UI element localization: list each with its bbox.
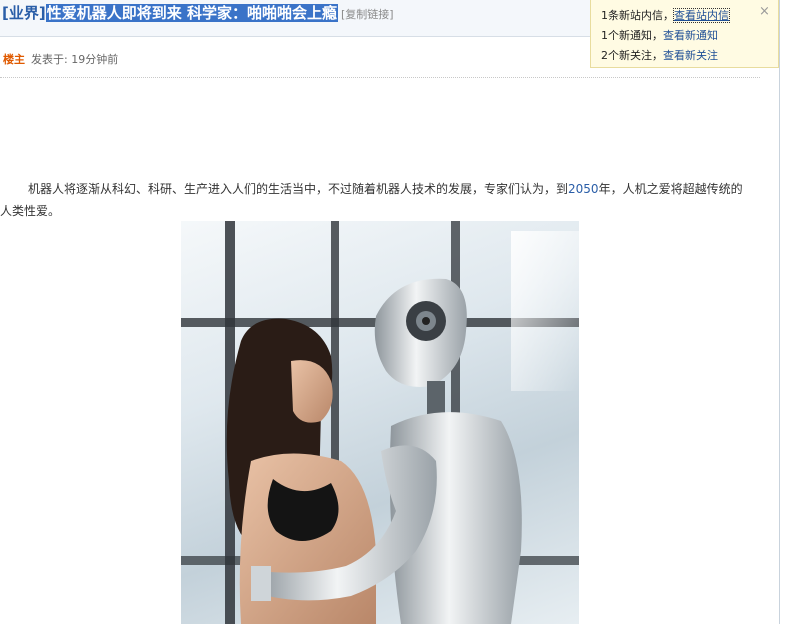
post-title-text[interactable]: 性爱机器人即将到来 科学家：啪啪啪会上瘾 <box>45 4 338 22</box>
post-time: 发表于: 19分钟前 <box>31 53 119 66</box>
post-body-year: 2050 <box>568 182 599 196</box>
forum-post-page: [业界]性爱机器人即将到来 科学家：啪啪啪会上瘾 [复制链接] 楼主 发表于: 19… <box>0 0 785 624</box>
content-right-border <box>779 0 780 624</box>
post-body-text-1: 机器人将逐渐从科幻、科研、生产进入人们的生活当中，不过随着机器人技术的发展，专家… <box>28 182 569 196</box>
article-photo-illustration <box>181 221 579 624</box>
notify-row-messages: 1条新站内信，查看站内信 <box>601 7 730 23</box>
post-body: 机器人将逐渐从科幻、科研、生产进入人们的生活当中，不过随着机器人技术的发展，专家… <box>0 178 752 222</box>
author-badge: 楼主 <box>3 53 25 66</box>
notification-popup: 1条新站内信，查看站内信 1个新通知，查看新通知 2个新关注，查看新关注 × <box>590 0 779 68</box>
new-follows-text: 2个新关注， <box>601 49 663 62</box>
view-follows-link[interactable]: 查看新关注 <box>663 49 718 62</box>
post-category-link[interactable]: [业界] <box>2 4 46 22</box>
copy-link-button[interactable]: [复制链接] <box>341 8 394 21</box>
meta-divider <box>0 77 760 78</box>
new-messages-text: 1条新站内信， <box>601 9 674 22</box>
new-notices-text: 1个新通知， <box>601 29 663 42</box>
article-photo <box>181 221 579 624</box>
view-notices-link[interactable]: 查看新通知 <box>663 29 718 42</box>
notify-row-notices: 1个新通知，查看新通知 <box>601 27 718 43</box>
close-icon[interactable]: × <box>759 5 770 18</box>
post-meta: 楼主 发表于: 19分钟前 <box>3 51 118 67</box>
post-title: [业界]性爱机器人即将到来 科学家：啪啪啪会上瘾 [复制链接] <box>2 4 394 24</box>
view-messages-link[interactable]: 查看站内信 <box>673 8 730 23</box>
notify-row-follows: 2个新关注，查看新关注 <box>601 47 718 63</box>
